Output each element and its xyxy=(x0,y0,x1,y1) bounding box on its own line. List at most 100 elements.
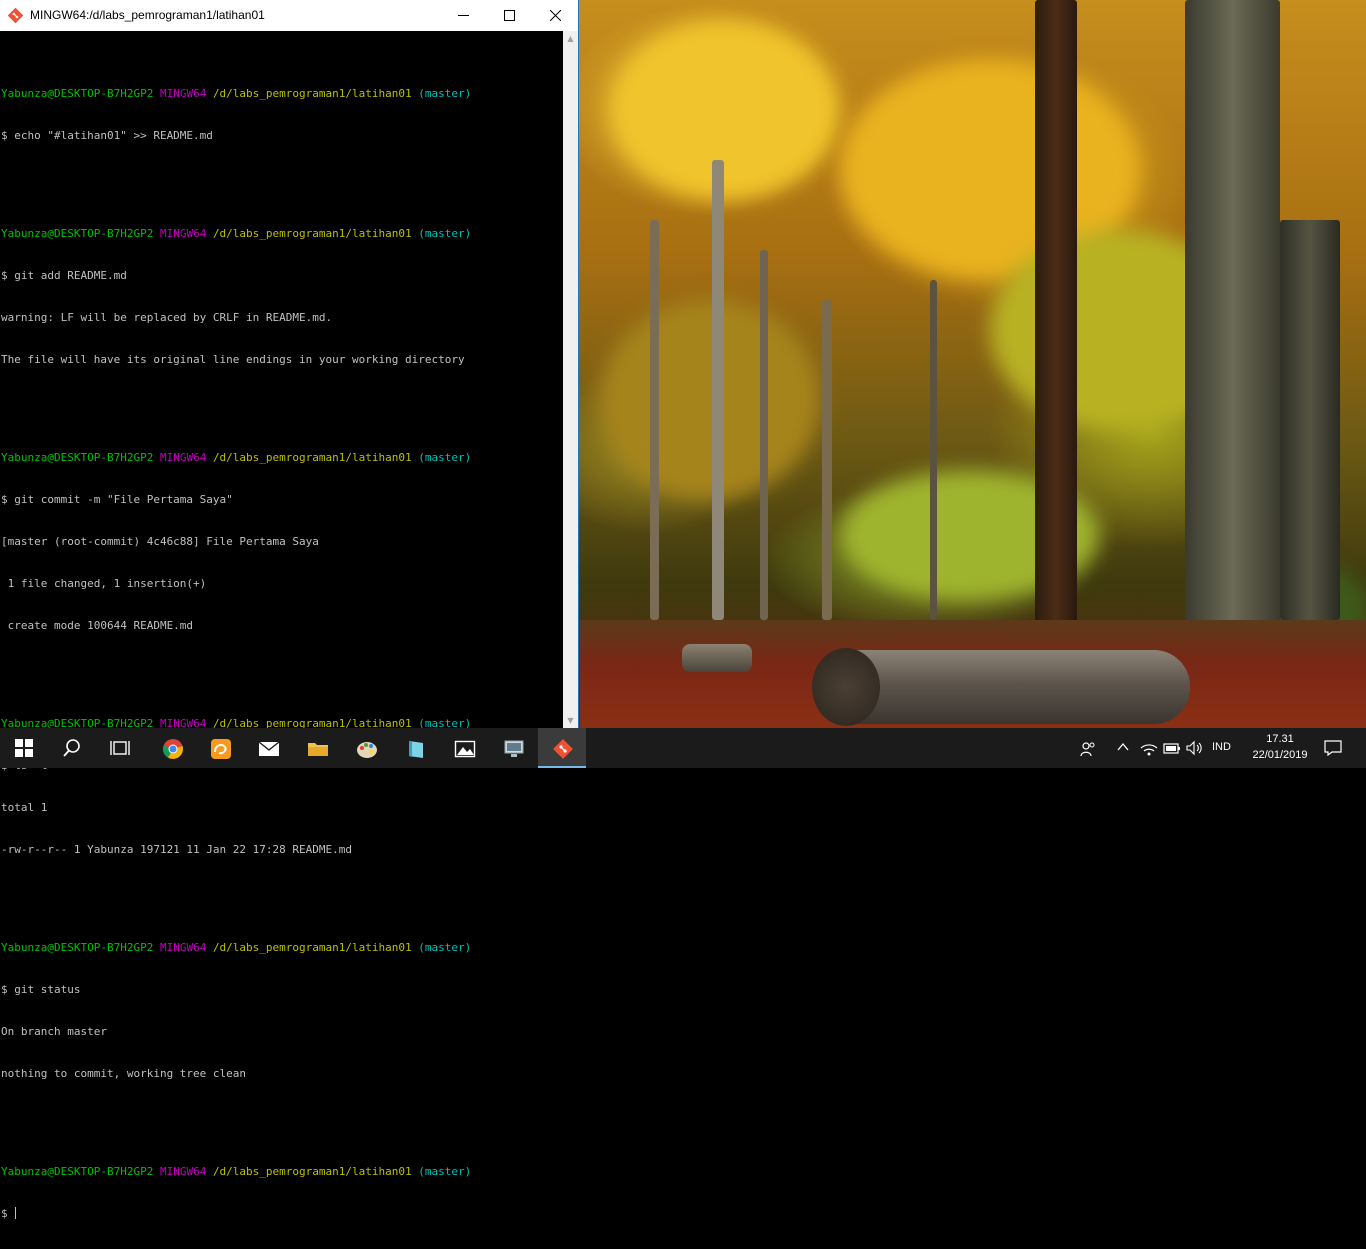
prompt-system: MINGW64 xyxy=(159,451,207,464)
volume-button[interactable] xyxy=(1184,728,1206,768)
windows-logo-icon xyxy=(15,739,33,757)
chrome-button[interactable] xyxy=(148,728,196,768)
notifications-icon xyxy=(1324,740,1342,756)
network-button[interactable] xyxy=(1138,728,1160,768)
minimize-icon xyxy=(458,15,469,16)
scroll-down-arrow-icon[interactable]: ▼ xyxy=(563,713,578,728)
tree-trunk xyxy=(712,160,724,620)
battery-button[interactable] xyxy=(1161,728,1183,768)
prompt-line: Yabunza@DESKTOP-B7H2GP2 MINGW64 /d/labs_… xyxy=(0,87,563,101)
prompt-line: Yabunza@DESKTOP-B7H2GP2 MINGW64 /d/labs_… xyxy=(0,451,563,465)
output-line: create mode 100644 README.md xyxy=(1,619,194,632)
monitor-icon xyxy=(504,740,524,757)
prompt-path: /d/labs_pemrograman1/latihan01 xyxy=(212,1165,412,1178)
uc-browser-button[interactable] xyxy=(196,728,244,768)
scroll-up-arrow-icon[interactable]: ▲ xyxy=(563,31,578,46)
minimize-button[interactable] xyxy=(441,0,487,31)
output-line: warning: LF will be replaced by CRLF in … xyxy=(1,311,333,324)
command-line: $ git status xyxy=(1,983,81,996)
vertical-scrollbar[interactable]: ▲ ▼ xyxy=(563,31,578,728)
prompt-line: Yabunza@DESKTOP-B7H2GP2 MINGW64 /d/labs_… xyxy=(0,941,563,955)
prompt-path: /d/labs_pemrograman1/latihan01 xyxy=(212,941,412,954)
tree-trunk xyxy=(822,300,832,620)
prompt-line: Yabunza@DESKTOP-B7H2GP2 MINGW64 /d/labs_… xyxy=(0,1165,563,1179)
show-hidden-icons-button[interactable] xyxy=(1112,728,1134,768)
git-bash-icon xyxy=(553,739,573,759)
mail-button[interactable] xyxy=(244,728,292,768)
paint-button[interactable] xyxy=(342,728,390,768)
input-prompt-symbol: $ xyxy=(1,1207,15,1220)
close-button[interactable] xyxy=(533,0,579,31)
window-titlebar[interactable]: MINGW64:/d/labs_pemrograman1/latihan01 xyxy=(0,0,578,31)
tree-stump xyxy=(682,644,752,672)
command-line: $ echo "#latihan01" >> README.md xyxy=(1,129,213,142)
command-line: $ git add README.md xyxy=(1,269,127,282)
prompt-path: /d/labs_pemrograman1/latihan01 xyxy=(212,227,412,240)
clock-date[interactable]: 22/01/2019 xyxy=(1249,749,1311,761)
mail-icon xyxy=(258,741,280,756)
output-line: -rw-r--r-- 1 Yabunza 197121 11 Jan 22 17… xyxy=(1,843,352,856)
output-line: The file will have its original line end… xyxy=(1,353,465,366)
wifi-icon xyxy=(1140,744,1158,756)
search-icon xyxy=(63,739,80,757)
start-button[interactable] xyxy=(0,728,48,768)
chrome-icon xyxy=(162,739,183,759)
file-explorer-button[interactable] xyxy=(293,728,341,768)
speaker-icon xyxy=(1186,740,1202,756)
clock-time[interactable]: 17.31 xyxy=(1249,733,1311,745)
git-bash-window[interactable]: MINGW64:/d/labs_pemrograman1/latihan01 Y… xyxy=(0,0,578,1220)
output-line: total 1 xyxy=(1,801,48,814)
prompt-user: Yabunza@DESKTOP-B7H2GP2 xyxy=(1,1165,154,1178)
prompt-user: Yabunza@DESKTOP-B7H2GP2 xyxy=(1,87,154,100)
tree-trunk xyxy=(930,280,937,620)
search-button[interactable] xyxy=(48,728,96,768)
tree-trunk xyxy=(1185,0,1280,640)
maximize-button[interactable] xyxy=(487,0,533,31)
prompt-branch: (master) xyxy=(418,941,472,954)
foliage xyxy=(600,300,820,500)
output-line: [master (root-commit) 4c46c88] File Pert… xyxy=(1,535,319,548)
paint-palette-icon xyxy=(357,742,377,758)
prompt-system: MINGW64 xyxy=(159,941,207,954)
fallen-log-end xyxy=(812,648,880,726)
output-line: On branch master xyxy=(1,1025,107,1038)
uc-browser-icon xyxy=(211,739,231,759)
app-button[interactable] xyxy=(391,728,439,768)
folder-icon xyxy=(308,743,328,756)
prompt-line: Yabunza@DESKTOP-B7H2GP2 MINGW64 /d/labs_… xyxy=(0,227,563,241)
prompt-user: Yabunza@DESKTOP-B7H2GP2 xyxy=(1,941,154,954)
tree-trunk xyxy=(760,250,768,620)
people-icon xyxy=(1080,742,1095,757)
action-center-button[interactable] xyxy=(1318,728,1348,768)
tree-trunk xyxy=(650,220,659,620)
task-view-button[interactable] xyxy=(96,728,144,768)
command-line: $ git commit -m "File Pertama Saya" xyxy=(1,493,233,506)
taskbar: IND 17.31 22/01/2019 xyxy=(0,728,1366,768)
command-input-line[interactable]: $ xyxy=(0,1207,563,1221)
tree-trunk xyxy=(1280,220,1340,620)
git-bash-taskbar-button[interactable] xyxy=(538,728,586,768)
prompt-branch: (master) xyxy=(418,87,472,100)
git-bash-icon xyxy=(8,8,23,23)
terminal-output[interactable]: Yabunza@DESKTOP-B7H2GP2 MINGW64 /d/labs_… xyxy=(0,31,563,1220)
input-language-indicator[interactable]: IND xyxy=(1212,741,1231,753)
photos-button[interactable] xyxy=(440,728,488,768)
tree-trunk xyxy=(1035,0,1077,660)
prompt-branch: (master) xyxy=(418,1165,472,1178)
battery-icon xyxy=(1163,743,1180,754)
prompt-branch: (master) xyxy=(418,451,472,464)
chevron-up-icon xyxy=(1117,742,1129,751)
close-icon xyxy=(550,10,561,21)
people-button[interactable] xyxy=(1076,728,1100,768)
prompt-user: Yabunza@DESKTOP-B7H2GP2 xyxy=(1,227,154,240)
display-app-button[interactable] xyxy=(489,728,537,768)
prompt-branch: (master) xyxy=(418,227,472,240)
prompt-path: /d/labs_pemrograman1/latihan01 xyxy=(212,87,412,100)
text-cursor xyxy=(15,1207,17,1219)
window-title: MINGW64:/d/labs_pemrograman1/latihan01 xyxy=(30,8,265,22)
